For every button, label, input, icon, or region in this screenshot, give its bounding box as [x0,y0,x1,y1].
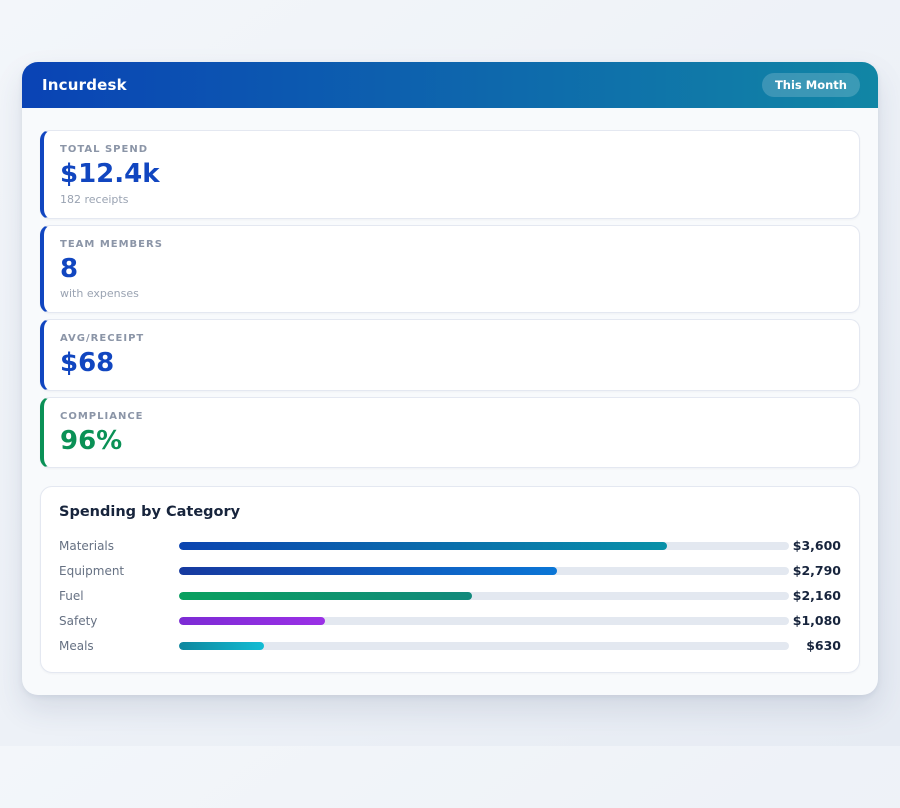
stat-label: TOTAL SPEND [60,144,148,155]
chart-row-meals: Meals $630 [59,633,841,658]
bar-fill [179,541,667,550]
chart-row-materials: Materials $3,600 [59,533,841,558]
category-label: Fuel [59,588,84,603]
bar-track [179,591,789,600]
stat-value: $68 [60,348,115,379]
spending-by-category-card: Spending by Category Materials $3,600 Eq… [40,486,860,674]
bar-fill [179,591,472,600]
category-value: $630 [806,638,841,654]
dashboard-card: Incurdesk This Month TOTAL SPEND $12.4k … [22,62,878,696]
stat-card-compliance: COMPLIANCE 96% [40,396,860,469]
bar-track [179,541,789,550]
stat-value: $12.4k [60,159,160,189]
chart-row-equipment: Equipment $2,790 [59,558,841,583]
category-label: Equipment [59,563,125,578]
category-label: Safety [59,613,98,628]
chart-title: Spending by Category [59,504,241,521]
category-value: $3,600 [792,538,841,554]
stat-label: TEAM MEMBERS [60,238,163,250]
category-value: $1,080 [792,613,841,629]
stat-label: COMPLIANCE [60,410,144,422]
bar-track [179,641,789,650]
bar-fill [179,566,558,575]
stat-label: AVG/RECEIPT [60,333,145,345]
bar-fill [179,616,326,625]
category-label: Materials [59,538,115,553]
stat-card-avg-receipt: AVG/RECEIPT $68 [40,319,860,391]
dashboard-content: TOTAL SPEND $12.4k 182 receipts TEAM MEM… [22,108,878,695]
period-badge[interactable]: This Month [761,73,860,97]
bar-track [179,616,789,625]
stat-card-team-members: TEAM MEMBERS 8 with expenses [40,224,860,314]
app-header: Incurdesk This Month [22,62,878,108]
category-value: $2,160 [792,588,841,604]
category-value: $2,790 [792,563,841,579]
stat-subtext: with expenses [60,287,139,301]
stat-value: 8 [60,253,79,284]
chart-row-safety: Safety $1,080 [59,608,841,633]
bar-track [179,566,789,575]
app-title: Incurdesk [42,76,127,94]
bar-fill [179,641,265,650]
category-label: Meals [59,638,94,653]
stat-subtext: 182 receipts [60,192,129,206]
stat-value: 96% [60,425,123,456]
stat-card-total-spend: TOTAL SPEND $12.4k 182 receipts [40,130,860,219]
chart-row-fuel: Fuel $2,160 [59,583,841,608]
